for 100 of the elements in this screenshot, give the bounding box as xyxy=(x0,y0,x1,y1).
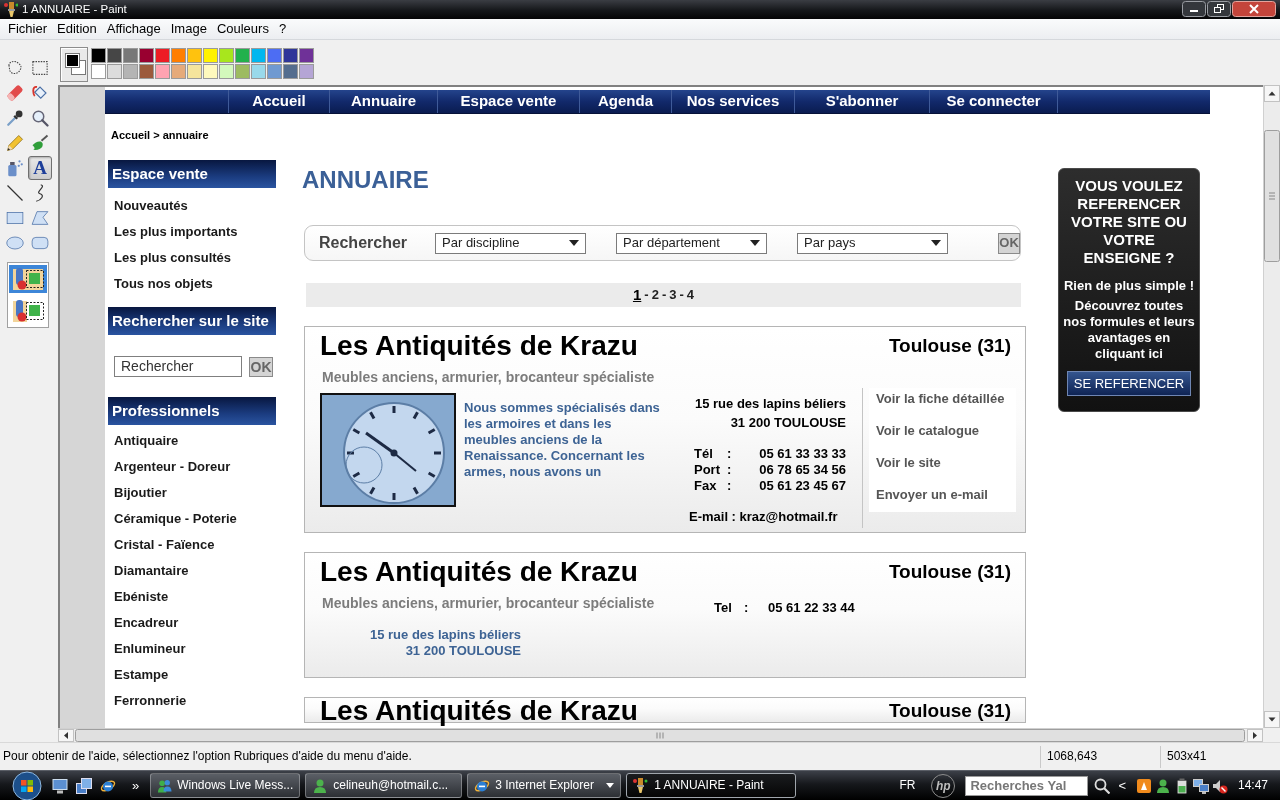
scroll-down-button[interactable] xyxy=(1264,711,1280,728)
filter-dropdown[interactable]: Par pays xyxy=(797,232,949,254)
scroll-thumb[interactable] xyxy=(1264,130,1280,262)
nav-link[interactable]: Accueil xyxy=(228,90,330,113)
opaque-selection-button[interactable] xyxy=(9,265,47,293)
ok-button[interactable]: OK xyxy=(249,356,273,377)
clock-time[interactable]: 14:47 xyxy=(1237,778,1268,793)
sidebar-link[interactable]: Estampe xyxy=(114,662,169,688)
sidebar-link[interactable]: Diamantaire xyxy=(114,558,189,584)
sidebar-link[interactable]: Antiquaire xyxy=(114,428,179,454)
color-swatch-icon[interactable] xyxy=(155,48,170,63)
sidebar-link[interactable]: Ferronnerie xyxy=(114,688,187,714)
sidebar-link[interactable]: Encadreur xyxy=(114,610,179,636)
listing-link[interactable]: Envoyer un e-mail xyxy=(876,487,988,503)
current-colors-panel[interactable] xyxy=(60,47,88,82)
close-button[interactable] xyxy=(1232,1,1276,17)
color-swatch-icon[interactable] xyxy=(299,64,314,79)
color-swatch-icon[interactable] xyxy=(267,64,282,79)
nav-link[interactable]: Annuaire xyxy=(330,90,438,113)
scroll-up-button[interactable] xyxy=(1264,85,1280,102)
sidebar-link[interactable]: Bijoutier xyxy=(114,480,167,506)
menu-item[interactable]: Image xyxy=(165,20,212,38)
nav-link[interactable]: Nos services xyxy=(672,90,795,113)
show-hidden-icons-button[interactable]: < xyxy=(1116,777,1128,794)
search-field[interactable]: Recherches Yal xyxy=(965,775,1089,796)
color-swatch-icon[interactable] xyxy=(203,64,218,79)
color-swatch-icon[interactable] xyxy=(283,64,298,79)
alert-icon[interactable] xyxy=(1135,777,1152,794)
color-swatch-icon[interactable] xyxy=(203,48,218,63)
page-link[interactable]: 1 xyxy=(632,287,642,303)
menu-item[interactable]: Couleurs xyxy=(211,20,274,38)
menu-item[interactable]: ? xyxy=(273,20,292,38)
minimize-button[interactable] xyxy=(1182,1,1206,17)
language-indicator[interactable]: FR xyxy=(899,778,916,793)
filter-dropdown[interactable]: Par discipline xyxy=(435,232,587,254)
color-swatch-icon[interactable] xyxy=(107,48,122,63)
menu-item[interactable]: Affichage xyxy=(101,20,166,38)
restore-button[interactable] xyxy=(1207,1,1231,17)
color-swatch-icon[interactable] xyxy=(219,48,234,63)
nav-link[interactable]: Espace vente xyxy=(438,90,580,113)
sidebar-link[interactable]: Nouveautés xyxy=(114,193,188,219)
sidebar-link[interactable]: Argenteur - Doreur xyxy=(114,454,231,480)
color-swatch-icon[interactable] xyxy=(267,48,282,63)
taskbar-button[interactable]: Windows Live Mess... xyxy=(150,773,301,798)
nav-link[interactable]: Se connecter xyxy=(930,90,1058,113)
sidebar-link[interactable]: Enlumineur xyxy=(114,636,186,662)
color-swatch-icon[interactable] xyxy=(235,64,250,79)
color-swatch-icon[interactable] xyxy=(91,48,106,63)
color-swatch-icon[interactable] xyxy=(283,48,298,63)
color-swatch-icon[interactable] xyxy=(219,64,234,79)
scroll-left-button[interactable] xyxy=(58,729,74,742)
search-icon[interactable] xyxy=(1094,777,1111,794)
show-desktop-icon[interactable] xyxy=(52,777,68,794)
listing-link[interactable]: Voir le catalogue xyxy=(876,423,980,439)
start-orb-icon[interactable] xyxy=(10,770,44,800)
menu-item[interactable]: Fichier xyxy=(3,20,52,38)
nav-link[interactable]: S'abonner xyxy=(795,90,930,113)
listing-link[interactable]: Voir la fiche détaillée xyxy=(876,391,1005,407)
quick-launch-overflow-button[interactable]: » xyxy=(130,777,142,794)
sidebar-link[interactable]: Tous nos objets xyxy=(114,271,213,297)
person-icon[interactable] xyxy=(1154,777,1171,794)
color-swatch-icon[interactable] xyxy=(139,64,154,79)
sidebar-link[interactable]: Les plus importants xyxy=(114,219,238,245)
color-swatch-icon[interactable] xyxy=(171,48,186,63)
sidebar-link[interactable]: Ebéniste xyxy=(114,584,169,610)
scroll-right-button[interactable] xyxy=(1247,729,1263,742)
taskbar-button[interactable]: 1 ANNUAIRE - Paint xyxy=(626,773,797,798)
color-swatch-icon[interactable] xyxy=(139,48,154,63)
browser-icon[interactable] xyxy=(100,777,116,794)
color-swatch-icon[interactable] xyxy=(91,64,106,79)
nav-link[interactable]: Agenda xyxy=(580,90,672,113)
taskbar-button[interactable]: celineuh@hotmail.c... xyxy=(305,773,463,798)
listing-link[interactable]: Voir le site xyxy=(876,455,941,471)
menu-item[interactable]: Edition xyxy=(52,20,102,38)
text-tool-button[interactable]: A xyxy=(28,156,52,180)
color-swatch-icon[interactable] xyxy=(251,64,266,79)
network-icon[interactable] xyxy=(1192,777,1209,794)
register-button[interactable]: SE REFERENCER xyxy=(1067,371,1191,396)
sidebar-link[interactable]: Cristal - Faïence xyxy=(114,532,215,558)
switch-windows-icon[interactable] xyxy=(76,777,92,794)
color-swatch-icon[interactable] xyxy=(187,48,202,63)
color-swatch-icon[interactable] xyxy=(171,64,186,79)
color-swatch-icon[interactable] xyxy=(251,48,266,63)
color-swatch-icon[interactable] xyxy=(123,48,138,63)
ok-button[interactable]: OK xyxy=(998,232,1020,254)
color-swatch-icon[interactable] xyxy=(235,48,250,63)
page-link[interactable]: 2 xyxy=(651,287,659,303)
page-link[interactable]: 3 xyxy=(669,287,677,303)
color-swatch-icon[interactable] xyxy=(187,64,202,79)
vertical-scrollbar[interactable] xyxy=(1263,85,1280,728)
taskbar-button[interactable]: 3 Internet Explorer xyxy=(467,773,622,798)
color-swatch-icon[interactable] xyxy=(107,64,122,79)
filter-dropdown[interactable]: Par département xyxy=(616,232,768,254)
color-swatch-icon[interactable] xyxy=(155,64,170,79)
sidebar-link[interactable]: Les plus consultés xyxy=(114,245,232,271)
primary-color-icon[interactable] xyxy=(66,54,79,67)
page-link[interactable]: 4 xyxy=(686,287,695,303)
sidebar-link[interactable]: Céramique - Poterie xyxy=(114,506,237,532)
color-swatch-icon[interactable] xyxy=(299,48,314,63)
search-field[interactable]: Rechercher xyxy=(114,356,242,377)
